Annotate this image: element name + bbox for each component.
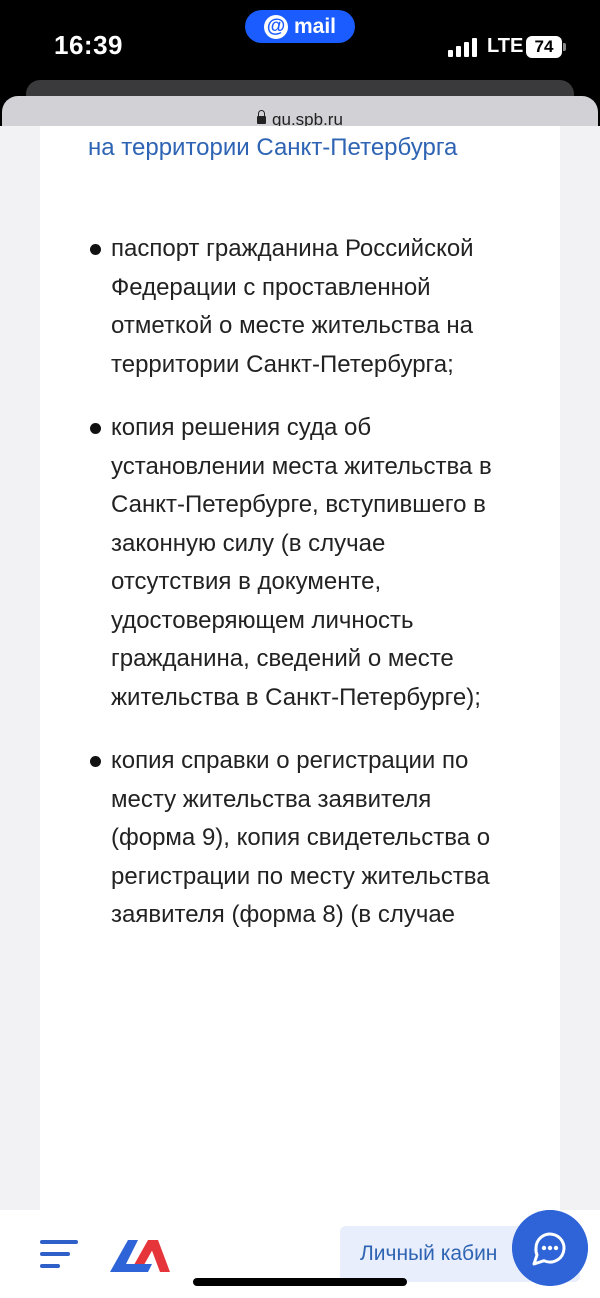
list-item: копия решения суда об установлении места…	[88, 409, 508, 717]
territory-link[interactable]: на территории Санкт-Петербурга	[88, 128, 488, 167]
hamburger-menu-icon[interactable]	[40, 1238, 80, 1270]
network-type: LTE	[487, 35, 524, 57]
battery-icon: 74	[526, 36, 562, 58]
list-item-text: копия справки о регистрации по месту жит…	[111, 747, 491, 928]
mail-label: mail	[293, 14, 337, 38]
cellular-signal-icon	[448, 37, 482, 57]
bullet-dot	[90, 423, 101, 434]
battery-level: 74	[534, 37, 554, 56]
gosuslugi-logo-icon[interactable]	[108, 1234, 172, 1274]
lock-icon	[257, 110, 267, 124]
home-indicator[interactable]	[193, 1278, 407, 1286]
chat-bubble-icon[interactable]	[512, 1210, 588, 1286]
document-list: паспорт гражданина Российской Федерации …	[88, 230, 508, 960]
battery-tip	[563, 43, 566, 51]
at-sign-icon: @	[263, 14, 288, 39]
web-page: на территории Санкт-Петербурга паспорт г…	[0, 126, 600, 1298]
list-item: копия справки о регистрации по месту жит…	[88, 742, 508, 935]
list-item-text: паспорт гражданина Российской Федерации …	[111, 235, 474, 378]
status-bar: 16:39 @ mail LTE 74	[0, 0, 600, 80]
status-time: 16:39	[54, 30, 123, 60]
bullet-dot	[90, 756, 101, 767]
list-item-text: копия решения суда об установлении места…	[111, 414, 492, 711]
bullet-dot	[90, 244, 101, 255]
mail-notification-pill[interactable]: @ mail	[245, 10, 355, 43]
list-item: паспорт гражданина Российской Федерации …	[88, 230, 508, 384]
